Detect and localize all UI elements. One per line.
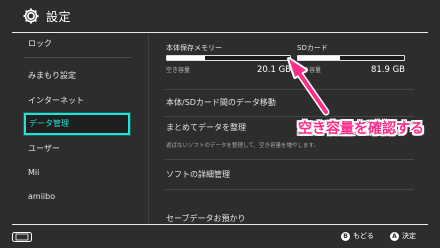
sidebar-item-data-management[interactable]: データ管理	[24, 113, 130, 135]
sidebar-item-mii[interactable]: Mii	[28, 167, 39, 179]
header-divider	[12, 32, 428, 33]
system-memory-label: 本体保存メモリー	[166, 44, 222, 52]
sidebar-divider	[24, 57, 132, 58]
menu-divider	[164, 189, 414, 190]
system-memory-bar-fill	[167, 56, 206, 60]
annotation-text: 空き容量を確認する	[298, 121, 424, 137]
back-label: もどる	[353, 232, 374, 240]
page-title: 設定	[46, 10, 72, 24]
menu-divider	[164, 159, 414, 160]
gear-icon	[23, 8, 39, 24]
sd-card-label: SDカード	[297, 44, 328, 52]
sd-card-free-label: 空き容量	[297, 67, 322, 74]
header: 設定	[0, 0, 440, 34]
system-memory-free-label: 空き容量	[166, 67, 191, 74]
menu-divider	[164, 116, 414, 117]
sd-card-bar-fill	[298, 56, 341, 60]
footer: B もどる A 決定	[0, 225, 440, 248]
sidebar: ロック みまもり設定 インターネット データ管理 ユーザー Mii amiibo	[20, 34, 135, 224]
switch-console-icon	[12, 232, 32, 242]
back-hint[interactable]: B もどる	[341, 230, 374, 242]
ok-hint[interactable]: A 決定	[390, 230, 416, 242]
a-button-icon: A	[390, 231, 399, 241]
sidebar-item-amiibo[interactable]: amiibo	[28, 191, 55, 203]
sidebar-item-internet[interactable]: インターネット	[28, 95, 84, 107]
system-memory-free-value: 20.1 GB	[256, 65, 291, 75]
system-memory-bar	[166, 55, 291, 61]
settings-screen: 設定 ロック みまもり設定 インターネット データ管理 ユーザー Mii ami…	[0, 0, 440, 248]
sidebar-item-users[interactable]: ユーザー	[28, 143, 60, 155]
b-button-icon: B	[341, 231, 350, 241]
menu-divider	[164, 89, 414, 90]
sidebar-item-parental-controls[interactable]: みまもり設定	[28, 70, 76, 82]
sd-card-free-value: 81.9 GB	[370, 65, 405, 75]
menu-item-move-data[interactable]: 本体/SDカード間のデータ移動	[166, 97, 276, 109]
sd-card-bar	[297, 55, 405, 61]
menu-item-software-management[interactable]: ソフトの詳細管理	[166, 169, 230, 181]
sidebar-divider-vertical	[148, 34, 149, 224]
menu-item-organize-data[interactable]: まとめてデータを整理	[166, 122, 246, 134]
sidebar-item-lock[interactable]: ロック	[28, 38, 52, 50]
menu-item-organize-data-description: 遊ばないソフトのデータを整理して、空き容量を増やします。	[166, 143, 320, 149]
ok-label: 決定	[402, 232, 416, 240]
